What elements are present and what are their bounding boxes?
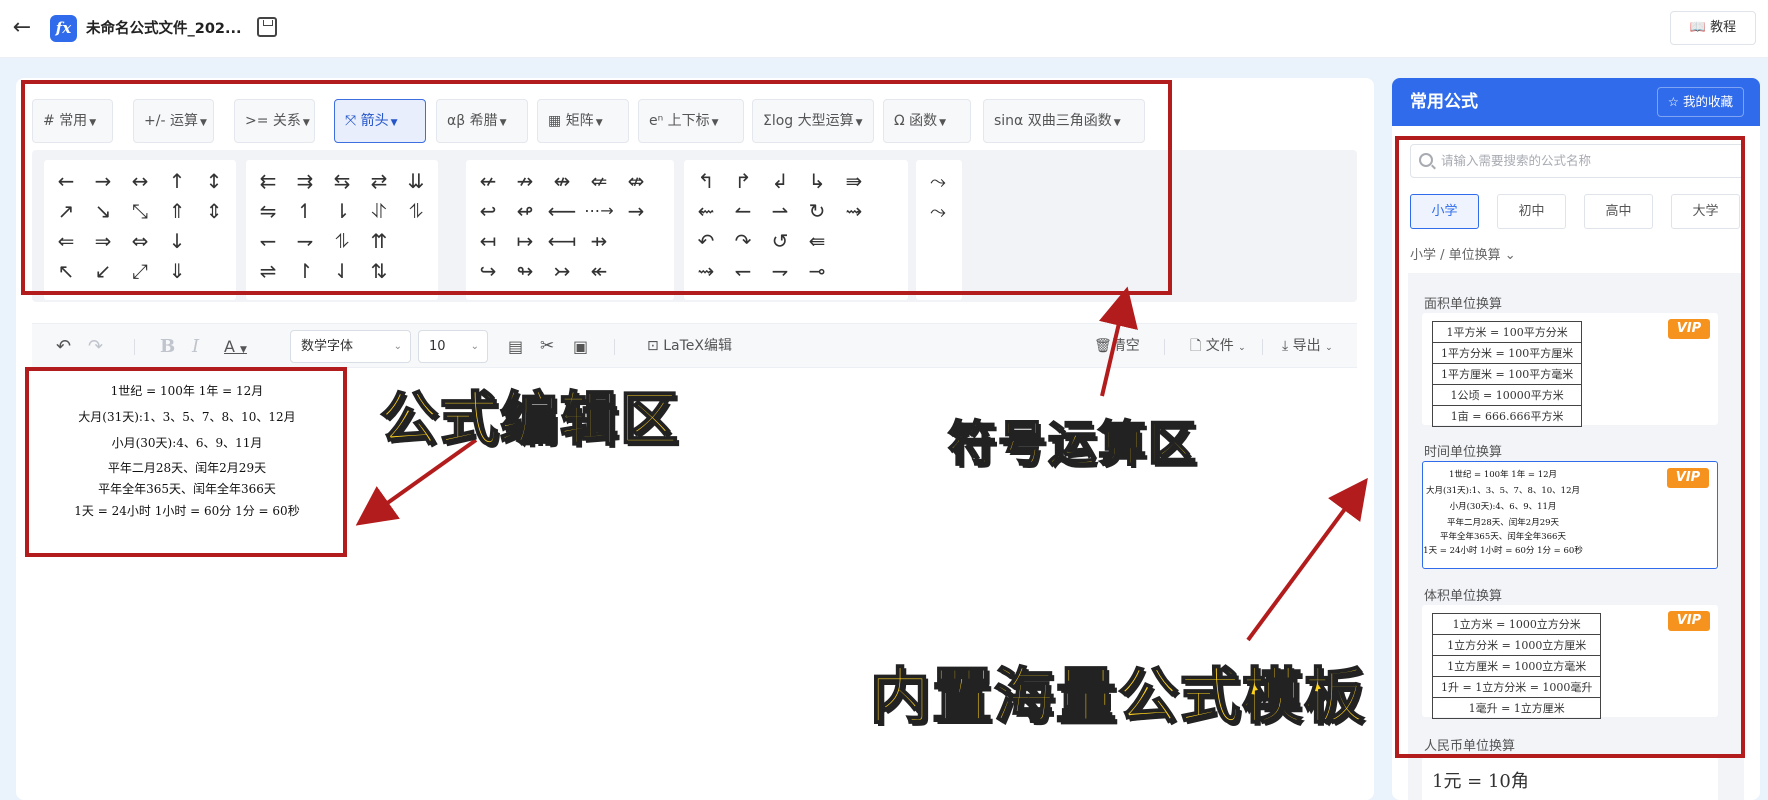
arrow-to-templates	[1246, 477, 1368, 642]
arrow-to-symbols	[1098, 286, 1138, 397]
editor-area-caption: 公式编辑区	[379, 384, 681, 454]
symbol-area-caption: 符号运算区	[947, 415, 1199, 473]
template-area-caption: 内置海量公式模板	[869, 661, 1366, 733]
